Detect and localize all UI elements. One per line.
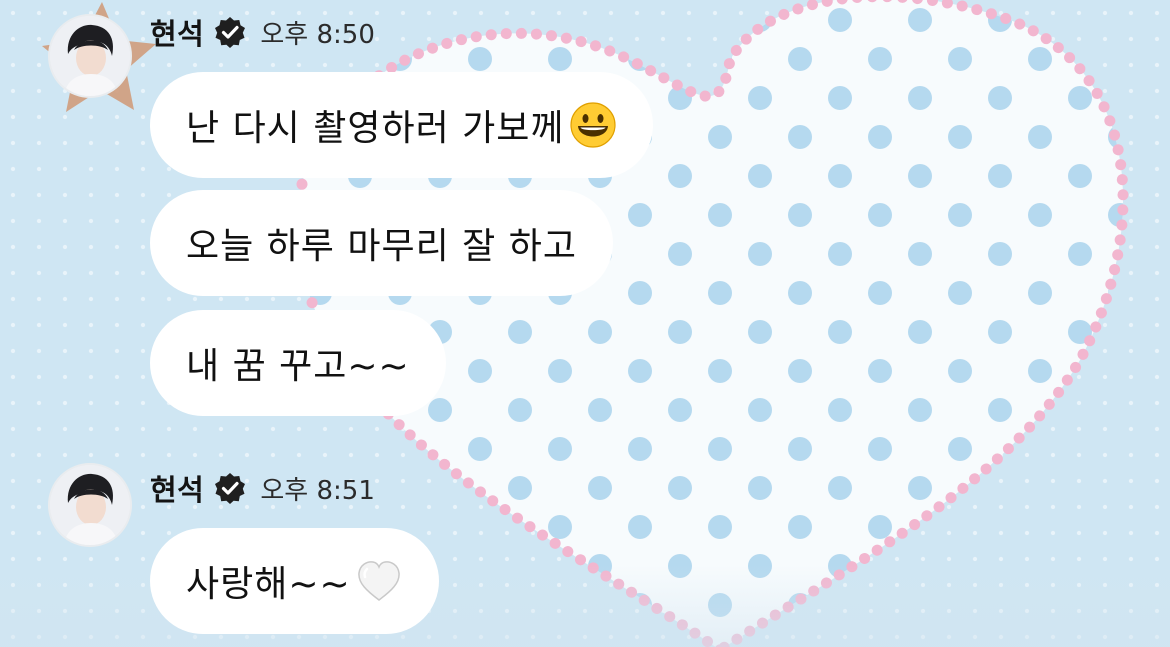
message-time: 오후 8:51 — [260, 475, 375, 506]
avatar-photo — [48, 14, 132, 98]
message-bubble[interactable]: 내 꿈 꾸고~~ — [150, 310, 446, 416]
message-time: 오후 8:50 — [260, 19, 375, 50]
white-heart-emoji-icon — [357, 561, 400, 601]
message-text: 난 다시 촬영하러 가보께 — [186, 108, 565, 149]
sender-avatar[interactable] — [48, 14, 132, 98]
message-text: 사랑해~~ — [186, 564, 351, 605]
verified-badge-icon — [215, 17, 246, 48]
message-header: 현석 오후 8:50 — [150, 11, 375, 53]
message-bubble[interactable]: 난 다시 촬영하러 가보께 — [150, 72, 653, 178]
sender-avatar[interactable] — [48, 463, 132, 547]
sender-name[interactable]: 현석 — [150, 467, 204, 509]
message-text: 내 꿈 꾸고~~ — [186, 346, 410, 387]
avatar-photo — [48, 463, 132, 547]
sender-name[interactable]: 현석 — [150, 11, 204, 53]
verified-badge-icon — [215, 473, 246, 504]
message-text: 오늘 하루 마무리 잘 하고 — [186, 226, 577, 267]
grinning-face-emoji-icon — [569, 102, 616, 148]
message-header: 현석 오후 8:51 — [150, 467, 375, 509]
message-bubble[interactable]: 사랑해~~ — [150, 528, 439, 634]
message-bubble[interactable]: 오늘 하루 마무리 잘 하고 — [150, 190, 613, 296]
